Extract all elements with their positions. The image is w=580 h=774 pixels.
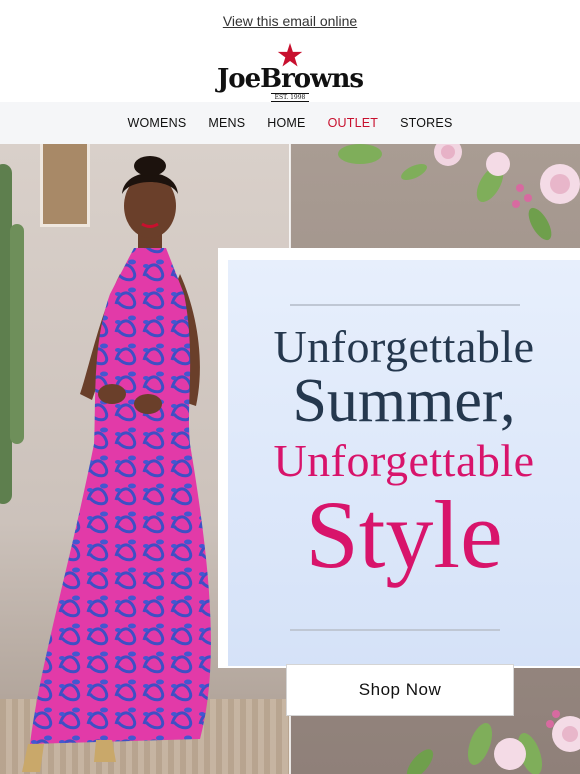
shop-now-button[interactable]: Shop Now xyxy=(286,664,514,716)
main-navigation: WOMENS MENS HOME OUTLET STORES xyxy=(0,102,580,144)
hero-banner[interactable]: Unforgettable Summer, Unforgettable Styl… xyxy=(0,144,580,774)
panel-bottom-rule xyxy=(290,629,500,631)
flower-decoration xyxy=(338,144,580,241)
nav-item-home[interactable]: HOME xyxy=(267,116,305,130)
nav-item-stores[interactable]: STORES xyxy=(400,116,452,130)
brand-logo[interactable]: JoeBrowns EST. 1998 xyxy=(0,42,580,102)
panel-top-rule xyxy=(290,304,520,306)
nav-item-outlet[interactable]: OUTLET xyxy=(328,116,379,130)
email-top-bar: View this email online xyxy=(0,0,580,42)
headline-line-2: Summer, xyxy=(292,367,516,435)
headline-line-4: Style xyxy=(305,481,503,588)
nav-item-womens[interactable]: WOMENS xyxy=(128,116,187,130)
view-online-link[interactable]: View this email online xyxy=(223,13,357,29)
brand-tagline: EST. 1998 xyxy=(270,93,310,102)
nav-item-mens[interactable]: MENS xyxy=(208,116,245,130)
brand-wordmark: JoeBrowns xyxy=(216,64,364,94)
